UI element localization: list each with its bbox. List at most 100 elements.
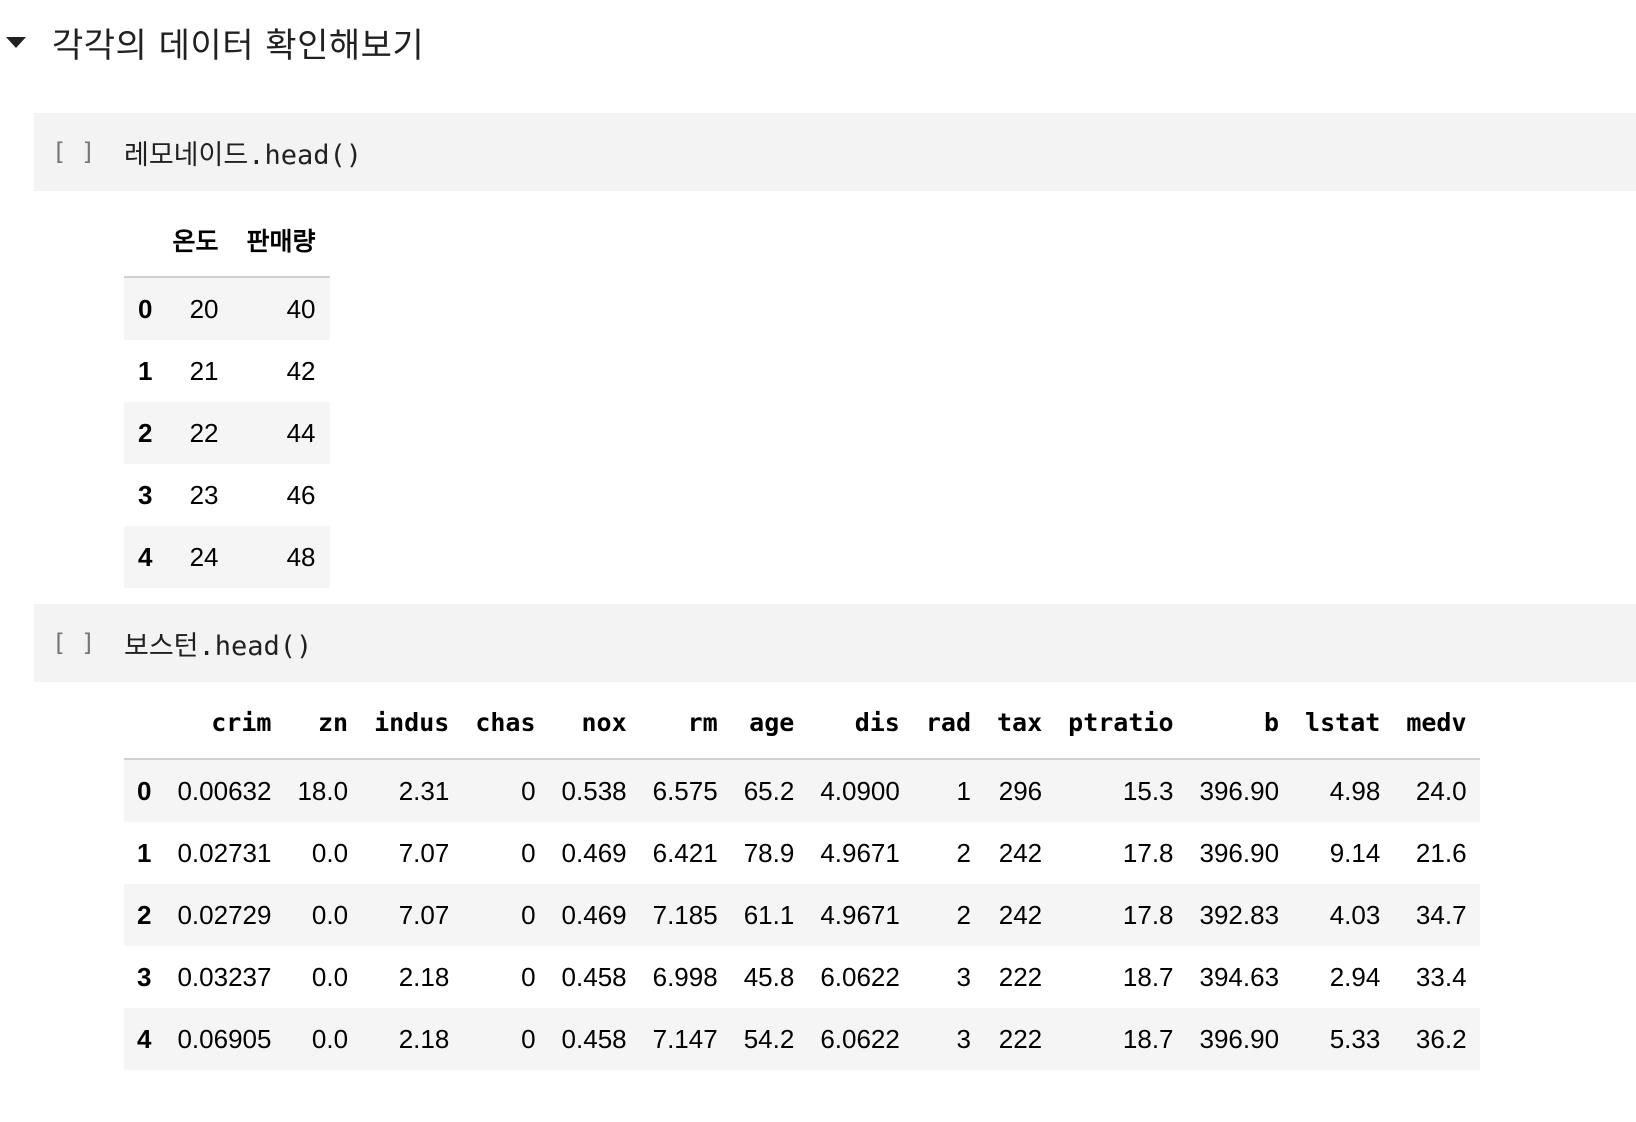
table-cell: 42	[286, 355, 316, 386]
row-index: 4	[137, 1023, 152, 1054]
table-cell: 9.14	[1329, 837, 1381, 868]
column-header: rm	[639, 686, 731, 760]
table-row: 3 23 46	[124, 464, 330, 526]
run-cell-button[interactable]: [ ]	[34, 629, 124, 657]
table-cell: 0.458	[561, 1023, 627, 1054]
table-cell: 0.538	[561, 775, 627, 806]
run-cell-button[interactable]: [ ]	[34, 138, 124, 166]
table-cell: 0.0	[311, 899, 349, 930]
table-cell: 0.0	[311, 837, 349, 868]
code-text[interactable]: 레모네이드.head()	[124, 133, 362, 172]
table-cell: 0.02731	[177, 837, 272, 868]
table-row: 0 20 40	[124, 277, 330, 340]
column-header: indus	[361, 686, 463, 760]
table-cell: 0.469	[561, 899, 627, 930]
table-cell: 242	[998, 899, 1043, 930]
table-cell: 46	[286, 479, 316, 510]
column-header: age	[730, 686, 808, 760]
table-cell: 0	[521, 775, 536, 806]
table-header-row: 온도 판매량	[124, 204, 330, 278]
table-cell: 24.0	[1415, 775, 1467, 806]
output-lemonade: 온도 판매량 0 20 40 1 21 42 2 22 44 3 23 46 4 24 48	[124, 204, 330, 588]
table-cell: 78.9	[743, 837, 795, 868]
table-cell: 242	[998, 837, 1043, 868]
table-cell: 396.90	[1199, 837, 1280, 868]
table-cell: 18.0	[297, 775, 349, 806]
row-index: 3	[137, 961, 152, 992]
table-cell: 4.9671	[820, 837, 900, 868]
table-cell: 48	[286, 541, 316, 572]
table-cell: 2	[956, 837, 971, 868]
table-row: 3 0.03237 0.0 2.18 0 0.458 6.998 45.8 6.0622 3 222…	[124, 946, 1480, 1008]
table-cell: 22	[189, 417, 219, 448]
table-row: 2 22 44	[124, 402, 330, 464]
table-cell: 0.0	[311, 961, 349, 992]
table-cell: 2.31	[398, 775, 450, 806]
row-index: 0	[138, 293, 153, 324]
table-cell: 65.2	[743, 775, 795, 806]
table-row: 2 0.02729 0.0 7.07 0 0.469 7.185 61.1 4.9671 2 242…	[124, 884, 1480, 946]
column-header: crim	[164, 686, 285, 760]
column-header: zn	[284, 686, 362, 760]
table-cell: 0.00632	[177, 775, 272, 806]
table-cell: 7.185	[652, 899, 718, 930]
table-row: 4 0.06905 0.0 2.18 0 0.458 7.147 54.2 6.0622 3 222…	[124, 1008, 1480, 1070]
table-cell: 5.33	[1329, 1023, 1381, 1054]
table-cell: 0	[521, 837, 536, 868]
table-cell: 392.83	[1199, 899, 1280, 930]
column-header: medv	[1393, 686, 1480, 760]
table-cell: 4.98	[1329, 775, 1381, 806]
table-cell: 0.02729	[177, 899, 272, 930]
row-index: 2	[138, 417, 153, 448]
collapse-caret-icon[interactable]	[6, 36, 26, 48]
table-cell: 2	[956, 899, 971, 930]
table-cell: 7.147	[652, 1023, 718, 1054]
code-text[interactable]: 보스턴.head()	[124, 624, 312, 663]
table-cell: 44	[286, 417, 316, 448]
table-cell: 6.0622	[820, 1023, 900, 1054]
table-cell: 0.469	[561, 837, 627, 868]
table-cell: 0.458	[561, 961, 627, 992]
table-cell: 394.63	[1199, 961, 1280, 992]
row-index: 4	[138, 541, 153, 572]
table-cell: 33.4	[1415, 961, 1467, 992]
table-cell: 17.8	[1122, 837, 1174, 868]
column-header: rad	[912, 686, 984, 760]
column-header: b	[1186, 686, 1293, 760]
column-header: nox	[548, 686, 640, 760]
table-row: 0 0.00632 18.0 2.31 0 0.538 6.575 65.2 4.0900 1 29…	[124, 759, 1480, 822]
table-cell: 4.03	[1329, 899, 1381, 930]
table-cell: 3	[956, 961, 971, 992]
row-index: 1	[138, 355, 153, 386]
table-cell: 17.8	[1122, 899, 1174, 930]
section-header: 각각의 데이터 확인해보기	[0, 14, 424, 70]
table-cell: 0	[521, 1023, 536, 1054]
table-cell: 45.8	[743, 961, 795, 992]
row-index: 0	[137, 775, 152, 806]
table-header-row: crim zn indus chas nox rm age dis rad tax ptratio b…	[124, 686, 1480, 760]
table-cell: 20	[189, 293, 219, 324]
table-cell: 18.7	[1122, 1023, 1174, 1054]
code-cell-boston[interactable]: [ ] 보스턴.head()	[34, 604, 1636, 682]
column-header: dis	[807, 686, 913, 760]
table-cell: 24	[189, 541, 219, 572]
index-header	[124, 204, 159, 278]
table-cell: 7.07	[398, 837, 450, 868]
table-cell: 7.07	[398, 899, 450, 930]
table-cell: 4.0900	[820, 775, 900, 806]
table-cell: 2.18	[398, 961, 450, 992]
row-index: 3	[138, 479, 153, 510]
table-cell: 61.1	[743, 899, 795, 930]
table-cell: 222	[998, 961, 1043, 992]
table-row: 4 24 48	[124, 526, 330, 588]
table-cell: 3	[956, 1023, 971, 1054]
table-cell: 0.03237	[177, 961, 272, 992]
code-cell-lemonade[interactable]: [ ] 레모네이드.head()	[34, 113, 1636, 191]
table-cell: 34.7	[1415, 899, 1467, 930]
column-header: 판매량	[232, 204, 330, 278]
table-cell: 0.0	[311, 1023, 349, 1054]
table-cell: 396.90	[1199, 775, 1280, 806]
index-header	[124, 686, 165, 760]
dataframe-table: crim zn indus chas nox rm age dis rad tax ptratio b…	[124, 686, 1480, 1070]
column-header: ptratio	[1055, 686, 1187, 760]
